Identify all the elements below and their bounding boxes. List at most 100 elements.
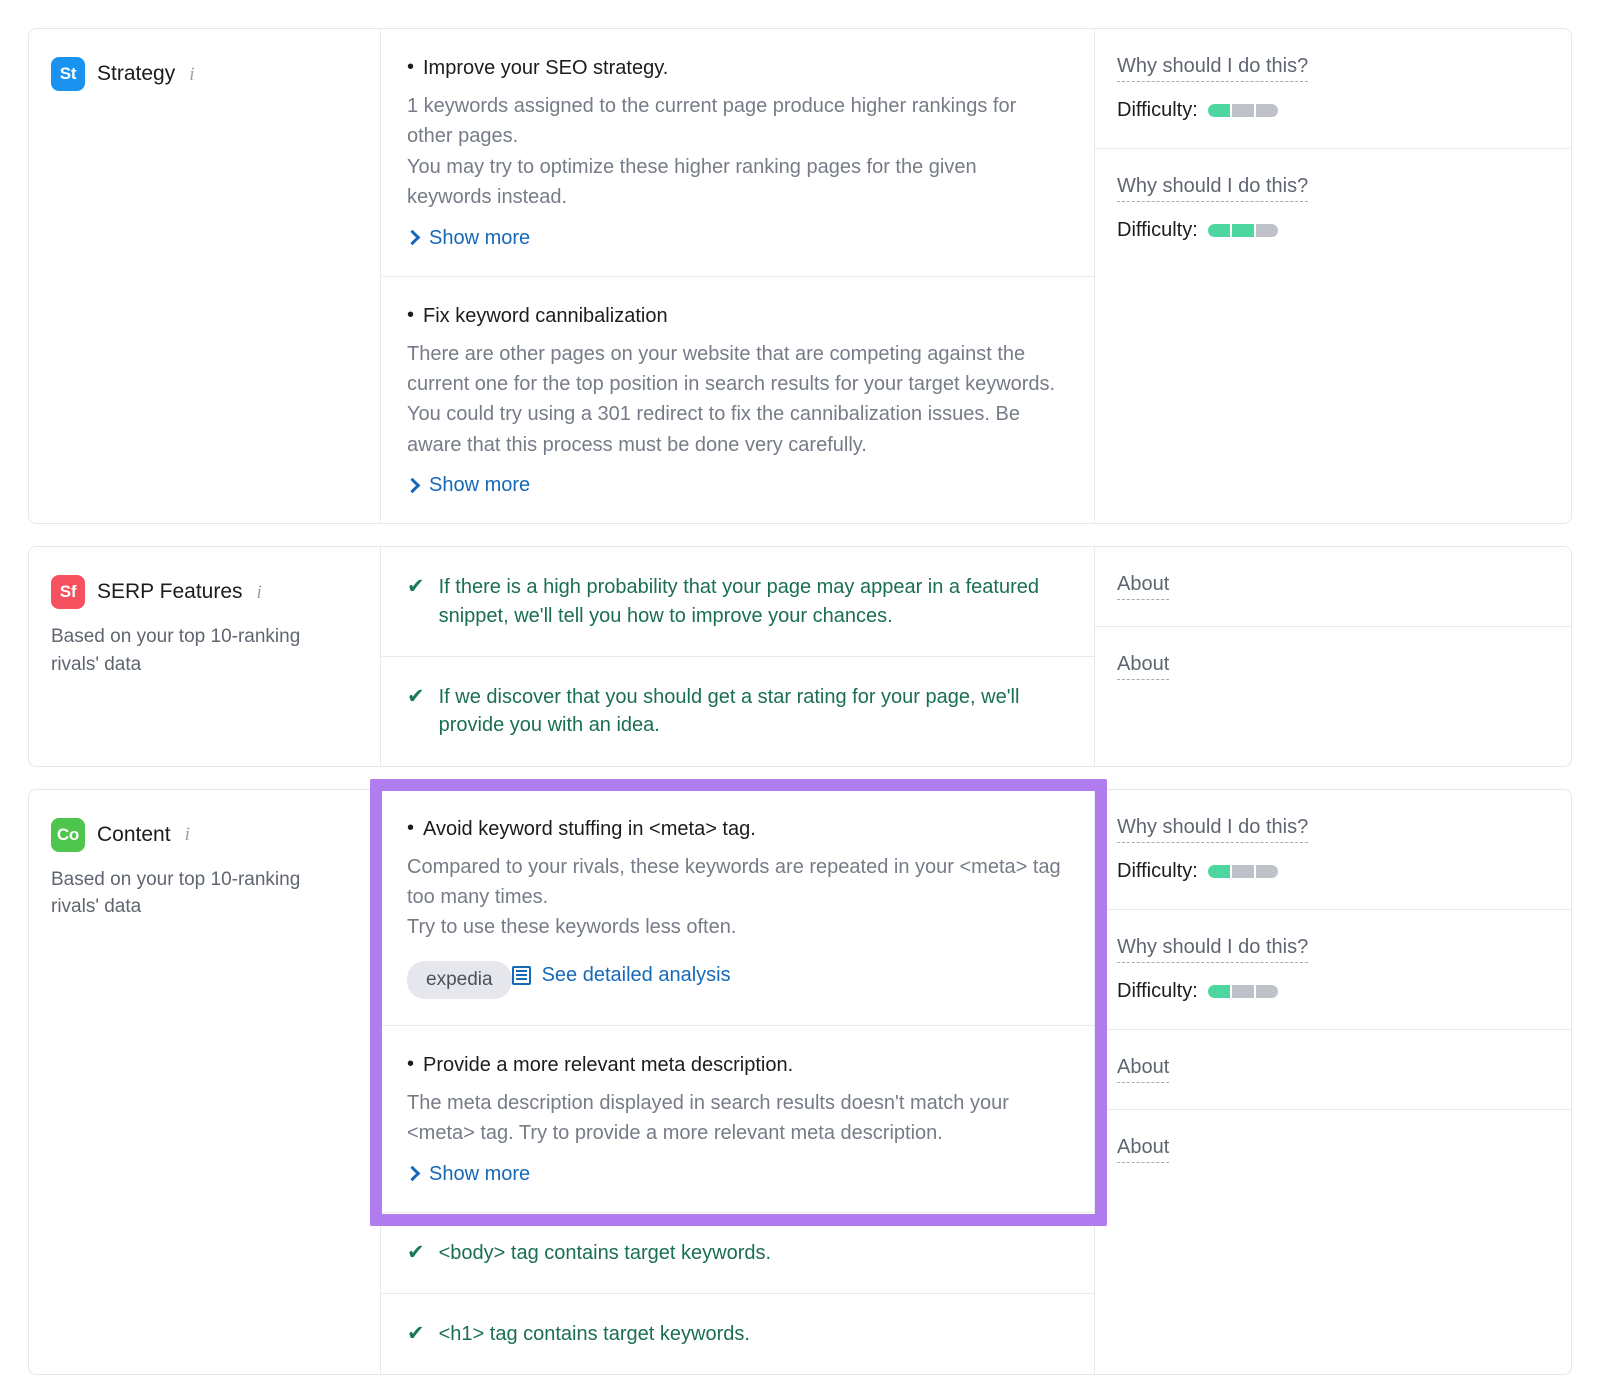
- chevron-right-icon: [405, 477, 421, 493]
- check-item-text: If there is a high probability that your…: [439, 573, 1064, 630]
- difficulty-segment: [1208, 985, 1230, 998]
- about-link[interactable]: About: [1117, 1136, 1169, 1163]
- category-badge-serp-features: Sf: [51, 575, 85, 609]
- about-link[interactable]: About: [1117, 573, 1169, 600]
- category-name: Strategy: [97, 62, 175, 86]
- category-header: Sf SERP Features i: [51, 575, 356, 609]
- show-more-link[interactable]: Show more: [407, 1163, 530, 1186]
- see-detailed-analysis-label: See detailed analysis: [542, 964, 731, 987]
- see-detailed-analysis-link[interactable]: See detailed analysis: [512, 964, 731, 987]
- item-title: Avoid keyword stuffing in <meta> tag.: [407, 816, 1064, 843]
- why-should-i-do-this-link[interactable]: Why should I do this?: [1117, 936, 1308, 963]
- items-column-serp-features: ✔ If there is a high probability that you…: [381, 547, 1094, 766]
- item-description: You may try to optimize these higher ran…: [407, 152, 1064, 213]
- chevron-right-icon: [405, 1166, 421, 1182]
- difficulty-segment: [1208, 865, 1230, 878]
- notes-column-content: Why should I do this?Difficulty:Why shou…: [1094, 790, 1571, 1375]
- seo-recommendations-page: St Strategy i Improve your SEO strategy. 1 k…: [0, 0, 1600, 1375]
- notes-column-serp-features: About About: [1094, 547, 1571, 766]
- item-title: Improve your SEO strategy.: [407, 55, 1064, 82]
- items-column-strategy: Improve your SEO strategy. 1 keywords ass…: [381, 29, 1094, 523]
- category-column-content: CoContentiBased on your top 10-ranking r…: [29, 790, 381, 1375]
- item-row: ✔<body> tag contains target keywords.: [381, 1213, 1094, 1294]
- difficulty-segment: [1232, 104, 1254, 117]
- note-row: Why should I do this? Difficulty:: [1095, 910, 1571, 1030]
- items-column-content: Avoid keyword stuffing in <meta> tag. Com…: [381, 790, 1094, 1375]
- about-link[interactable]: About: [1117, 1056, 1169, 1083]
- difficulty-segment: [1256, 985, 1278, 998]
- show-more-label: Show more: [429, 474, 530, 497]
- difficulty-indicator: Difficulty:: [1117, 980, 1547, 1003]
- difficulty-bar: [1208, 104, 1278, 117]
- check-icon: ✔: [407, 573, 425, 600]
- difficulty-segment: [1232, 865, 1254, 878]
- show-more-label: Show more: [429, 1163, 530, 1186]
- note-row: About: [1095, 547, 1571, 627]
- section-card-serp-features: Sf SERP Features i Based on your top 10-ran…: [28, 546, 1572, 767]
- notes-column-strategy: Why should I do this?Difficulty:Why shou…: [1094, 29, 1571, 523]
- item-row: Fix keyword cannibalization There are oth…: [381, 277, 1094, 524]
- difficulty-segment: [1208, 104, 1230, 117]
- check-icon: ✔: [407, 1239, 425, 1266]
- item-row: ✔ <h1> tag contains target keywords.: [381, 1294, 1094, 1374]
- difficulty-label: Difficulty:: [1117, 860, 1198, 883]
- info-icon[interactable]: i: [189, 65, 194, 84]
- item-description: 1 keywords assigned to the current page …: [407, 91, 1064, 152]
- category-name: SERP Features: [97, 580, 243, 604]
- difficulty-label: Difficulty:: [1117, 219, 1198, 242]
- show-more-link[interactable]: Show more: [407, 474, 530, 497]
- section-card-content: CoContentiBased on your top 10-ranking r…: [28, 789, 1572, 1375]
- why-should-i-do-this-link[interactable]: Why should I do this?: [1117, 55, 1308, 82]
- item-row: ✔ If there is a high probability that you…: [381, 547, 1094, 657]
- check-icon: ✔: [407, 1320, 425, 1347]
- category-column-strategy: St Strategy i: [29, 29, 381, 523]
- note-row: About: [1095, 1030, 1571, 1110]
- check-icon: ✔: [407, 683, 425, 710]
- check-item-text: If we discover that you should get a sta…: [439, 683, 1064, 740]
- category-badge-strategy: St: [51, 57, 85, 91]
- note-row: About: [1095, 1110, 1571, 1189]
- item-description: Try to use these keywords less often.: [407, 912, 1064, 942]
- category-badge-content: Co: [51, 818, 85, 852]
- difficulty-segment: [1256, 104, 1278, 117]
- chevron-right-icon: [405, 230, 421, 246]
- info-icon[interactable]: i: [257, 583, 262, 602]
- info-icon[interactable]: i: [185, 825, 190, 844]
- difficulty-bar: [1208, 224, 1278, 237]
- item-row: Provide a more relevant meta description…: [381, 1026, 1094, 1213]
- note-row: About: [1095, 627, 1571, 706]
- difficulty-bar: [1208, 865, 1278, 878]
- difficulty-bar: [1208, 985, 1278, 998]
- difficulty-label: Difficulty:: [1117, 99, 1198, 122]
- item-row: Improve your SEO strategy. 1 keywords ass…: [381, 29, 1094, 277]
- item-title: Fix keyword cannibalization: [407, 303, 1064, 330]
- category-subtitle: Based on your top 10-ranking rivals' dat…: [51, 623, 351, 678]
- item-description: There are other pages on your website th…: [407, 339, 1064, 461]
- difficulty-segment: [1232, 224, 1254, 237]
- difficulty-indicator: Difficulty:: [1117, 99, 1547, 122]
- show-more-link[interactable]: Show more: [407, 227, 530, 250]
- keyword-tag[interactable]: expedia: [407, 961, 512, 999]
- why-should-i-do-this-link[interactable]: Why should I do this?: [1117, 175, 1308, 202]
- item-row: ✔ If we discover that you should get a st…: [381, 657, 1094, 766]
- check-item: ✔ If there is a high probability that you…: [407, 573, 1064, 630]
- section-card-strategy: St Strategy i Improve your SEO strategy. 1 k…: [28, 28, 1572, 524]
- item-description: The meta description displayed in search…: [407, 1088, 1064, 1149]
- category-header: Co Content i: [51, 818, 356, 852]
- note-row: Why should I do this? Difficulty:: [1095, 29, 1571, 149]
- difficulty-segment: [1256, 224, 1278, 237]
- check-item-text: <h1> tag contains target keywords.: [439, 1320, 750, 1348]
- why-should-i-do-this-link[interactable]: Why should I do this?: [1117, 816, 1308, 843]
- check-item: ✔ If we discover that you should get a st…: [407, 683, 1064, 740]
- item-row: Avoid keyword stuffing in <meta> tag. Com…: [381, 790, 1094, 1026]
- check-item: ✔<body> tag contains target keywords.: [407, 1239, 1064, 1267]
- category-column-serp-features: Sf SERP Features i Based on your top 10-ran…: [29, 547, 381, 766]
- difficulty-indicator: Difficulty:: [1117, 860, 1547, 883]
- category-name: Content: [97, 823, 171, 847]
- note-row: Why should I do this? Difficulty:: [1095, 790, 1571, 910]
- item-description: Compared to your rivals, these keywords …: [407, 852, 1064, 913]
- difficulty-label: Difficulty:: [1117, 980, 1198, 1003]
- category-header: St Strategy i: [51, 57, 356, 91]
- note-row: Why should I do this? Difficulty:: [1095, 149, 1571, 268]
- about-link[interactable]: About: [1117, 653, 1169, 680]
